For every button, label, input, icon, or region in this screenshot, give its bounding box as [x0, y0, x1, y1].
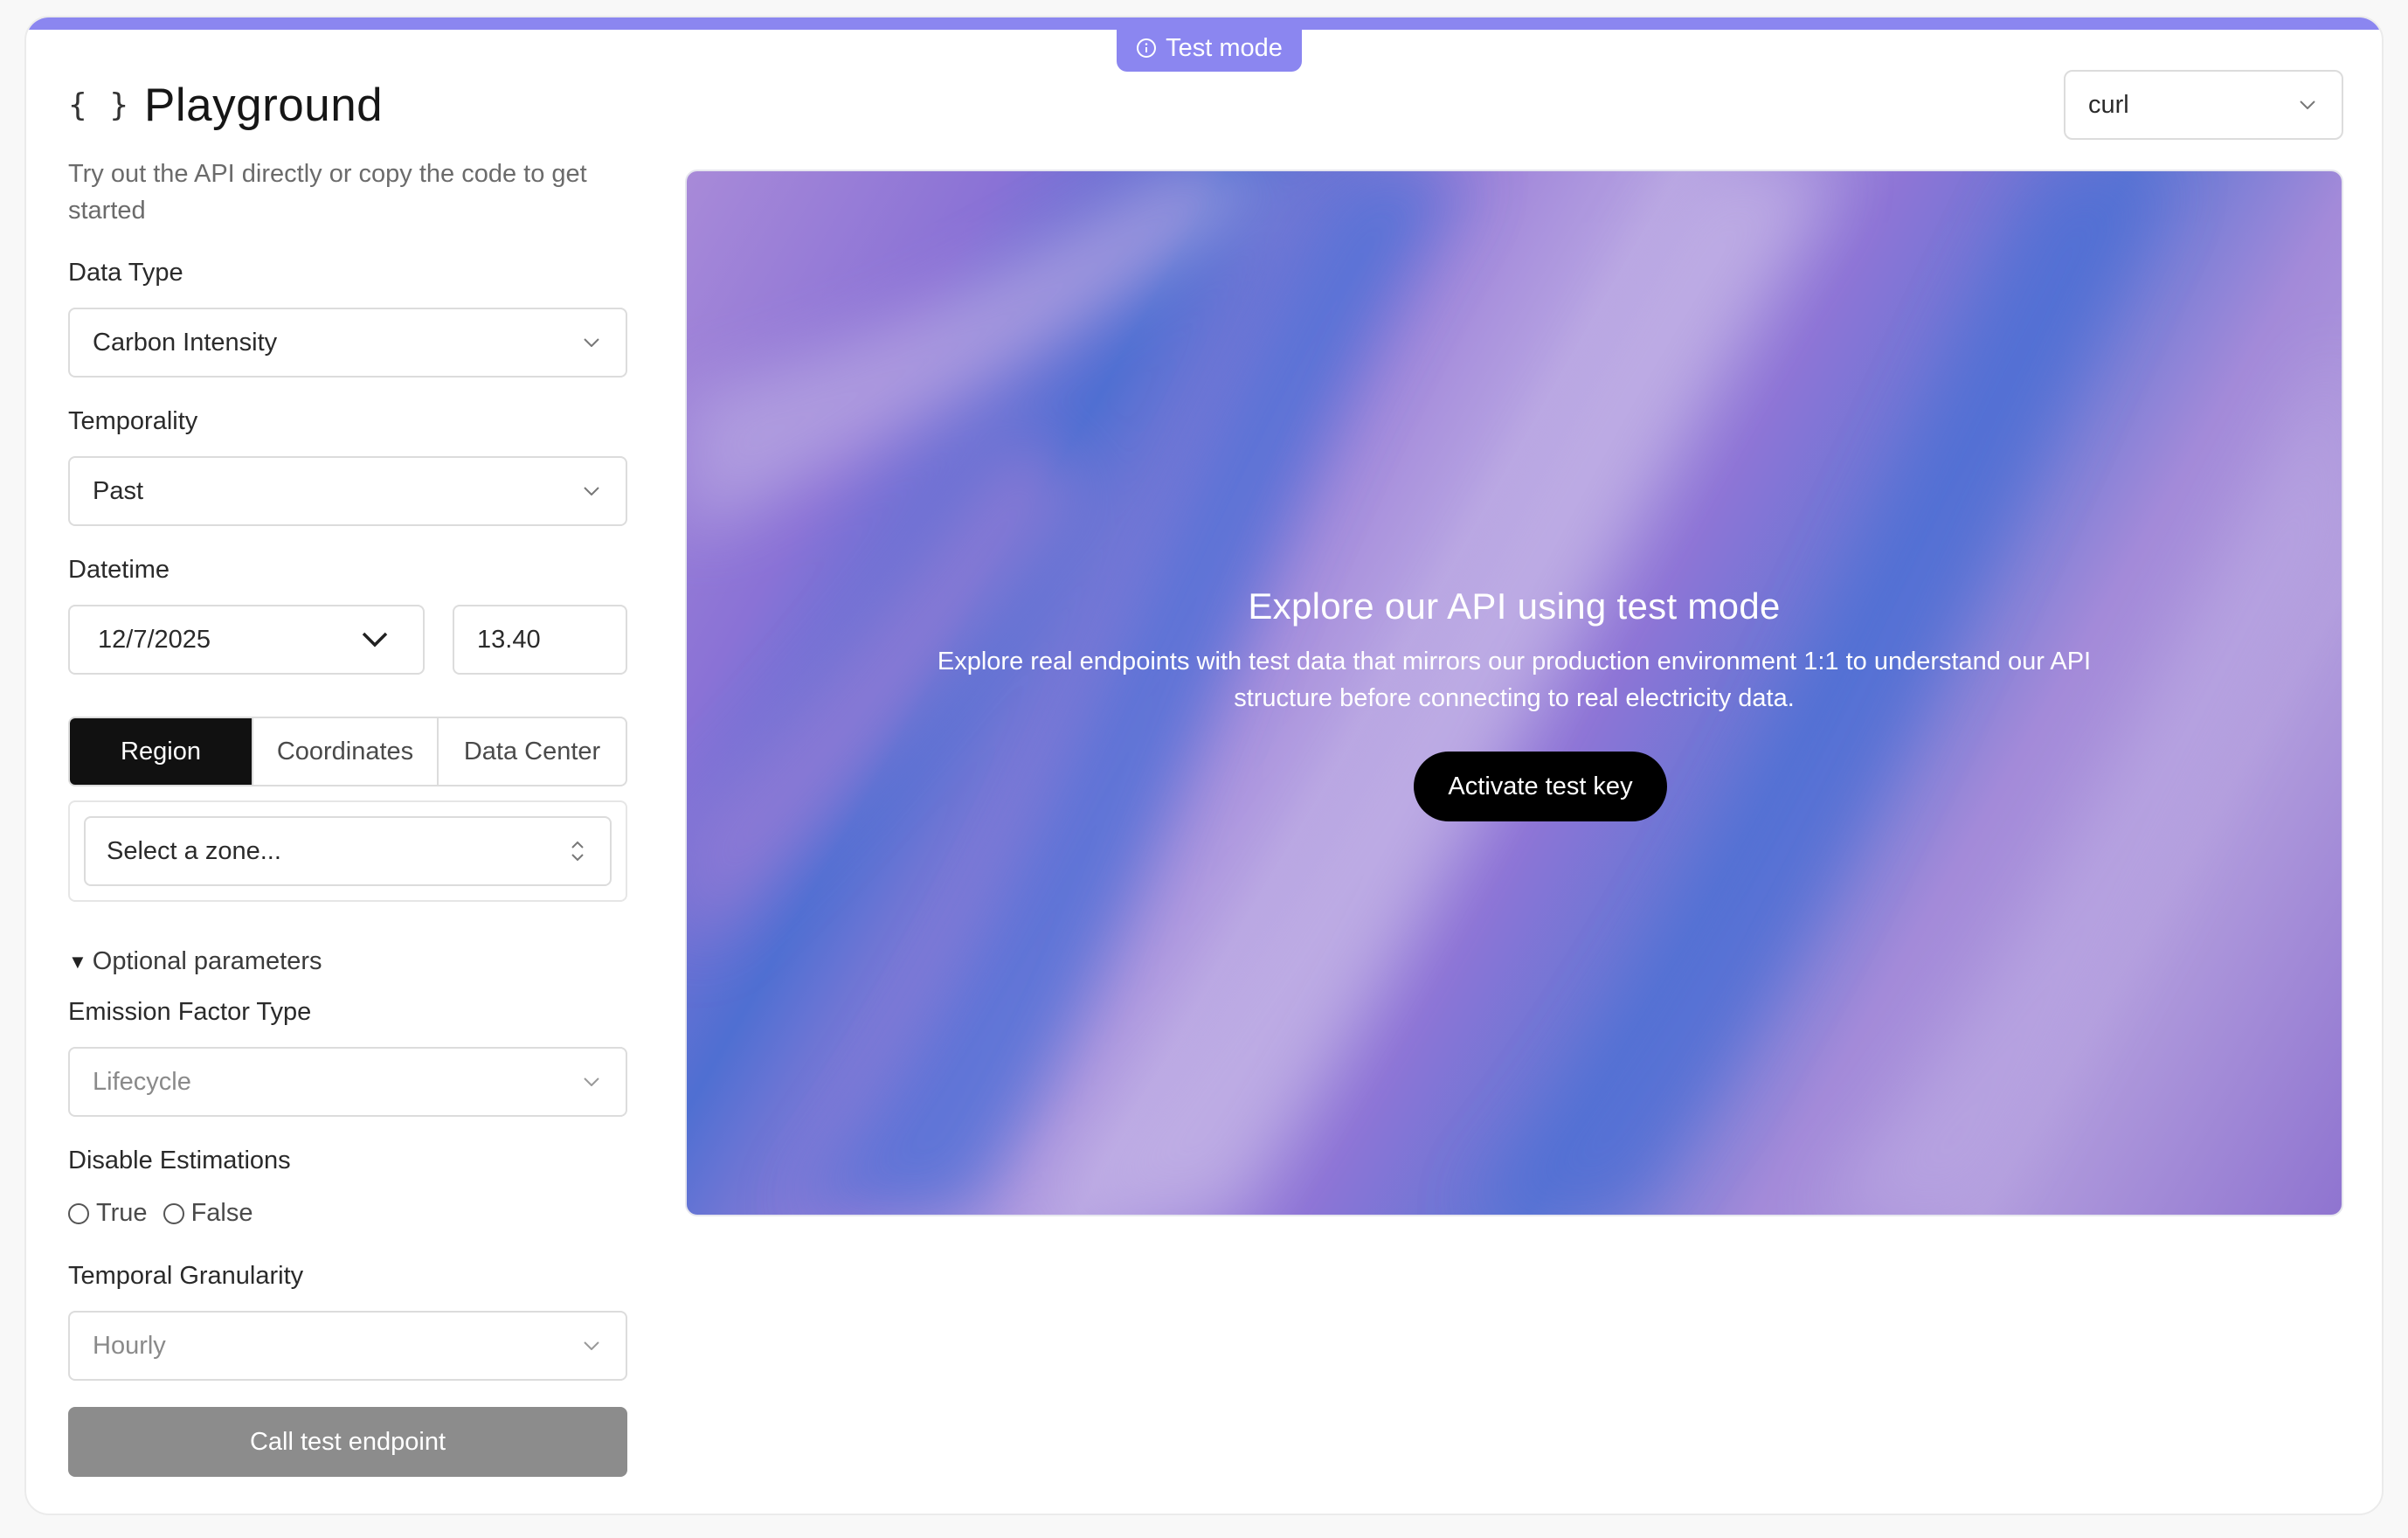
playground-card: Test mode { } Playground Try out the API… [24, 16, 2384, 1515]
emission-factor-select[interactable]: Lifecycle [68, 1047, 627, 1117]
chevron-down-icon [584, 1341, 599, 1350]
time-value: 13.40 [477, 625, 541, 654]
chevron-down-icon [584, 487, 599, 495]
page-title: Playground [144, 80, 384, 131]
hero-title: Explore our API using test mode [1248, 585, 1781, 627]
hero-description: Explore real endpoints with test data th… [937, 648, 2092, 712]
test-mode-label: Test mode [1166, 33, 1283, 62]
language-value: curl [2088, 90, 2129, 119]
temporal-granularity-value: Hourly [93, 1331, 166, 1360]
chevron-down-icon [584, 1077, 599, 1086]
up-down-chevron-icon [571, 841, 584, 862]
language-select[interactable]: curl [2064, 70, 2343, 140]
disable-estimations-radios: True False [68, 1199, 268, 1228]
page-header: { } Playground [68, 79, 383, 132]
date-picker[interactable]: 12/7/2025 [68, 605, 425, 675]
triangle-down-icon: ▼ [68, 950, 87, 973]
date-value: 12/7/2025 [98, 625, 211, 654]
radio-true[interactable] [68, 1202, 89, 1224]
radio-false[interactable] [163, 1202, 184, 1224]
emission-factor-label: Emission Factor Type [68, 998, 312, 1026]
chevron-down-icon[interactable] [362, 632, 388, 648]
optional-parameters-label: Optional parameters [92, 947, 322, 975]
radio-false-label[interactable]: False [191, 1199, 253, 1228]
datetime-label: Datetime [68, 556, 170, 584]
braces-icon: { } [68, 87, 131, 123]
chevron-down-icon [584, 338, 599, 347]
info-icon [1137, 38, 1157, 58]
activate-test-key-button[interactable]: Activate test key [1414, 752, 1667, 821]
zone-select[interactable]: Select a zone... [84, 816, 612, 886]
time-input[interactable]: 13.40 [453, 605, 627, 675]
tab-region[interactable]: Region [70, 718, 253, 785]
test-mode-badge: Test mode [1117, 24, 1302, 72]
data-type-label: Data Type [68, 259, 183, 287]
data-type-value: Carbon Intensity [93, 328, 278, 357]
tab-coordinates[interactable]: Coordinates [253, 718, 439, 785]
zone-panel: Select a zone... [68, 800, 627, 902]
zone-placeholder: Select a zone... [107, 836, 281, 865]
page-subtitle: Try out the API directly or copy the cod… [68, 160, 587, 225]
temporality-label: Temporality [68, 407, 198, 435]
temporal-granularity-label: Temporal Granularity [68, 1262, 304, 1290]
tab-data-center[interactable]: Data Center [439, 718, 626, 785]
disable-estimations-label: Disable Estimations [68, 1147, 291, 1174]
radio-true-label[interactable]: True [96, 1199, 148, 1228]
emission-factor-value: Lifecycle [93, 1067, 191, 1096]
temporality-value: Past [93, 476, 144, 505]
test-mode-hero: Explore our API using test mode Explore … [685, 170, 2343, 1216]
data-type-select[interactable]: Carbon Intensity [68, 308, 627, 378]
chevron-down-icon [2300, 100, 2315, 109]
optional-parameters-toggle[interactable]: ▼ Optional parameters [68, 947, 322, 976]
temporal-granularity-select[interactable]: Hourly [68, 1311, 627, 1381]
location-type-tabs: Region Coordinates Data Center [68, 717, 627, 786]
temporality-select[interactable]: Past [68, 456, 627, 526]
call-test-endpoint-button[interactable]: Call test endpoint [68, 1407, 627, 1477]
